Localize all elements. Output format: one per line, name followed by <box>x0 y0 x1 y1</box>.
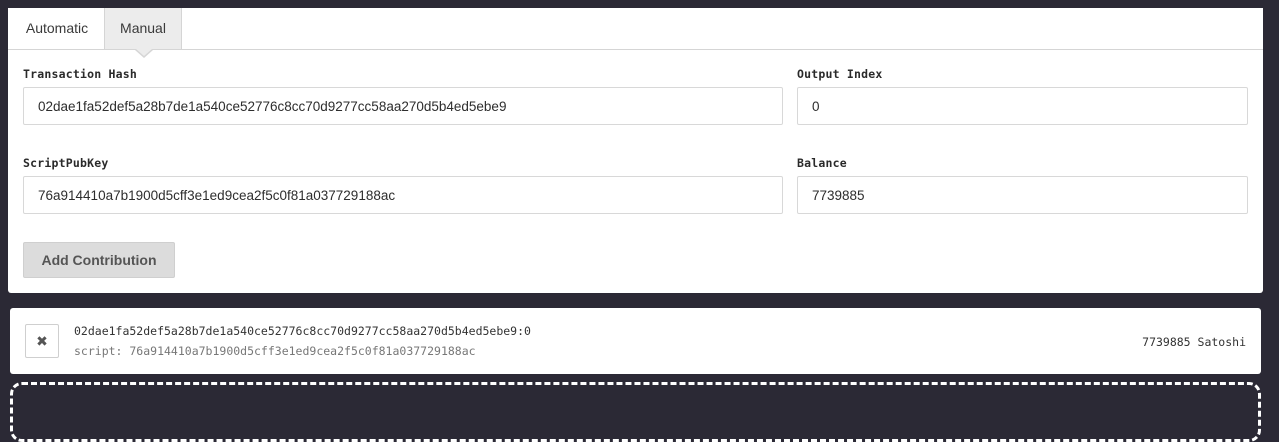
manual-contribution-panel: Automatic Manual Transaction Hash Output… <box>8 8 1263 293</box>
script-pubkey-label: ScriptPubKey <box>23 156 109 170</box>
balance-label: Balance <box>797 156 847 170</box>
contribution-outpoint: 02dae1fa52def5a28b7de1a540ce52776c8cc70d… <box>74 324 531 338</box>
drop-zone[interactable] <box>10 382 1261 442</box>
contribution-script: script: 76a914410a7b1900d5cff3e1ed9cea2f… <box>74 344 476 358</box>
tx-hash-label: Transaction Hash <box>23 67 137 81</box>
close-icon: ✖ <box>36 333 48 349</box>
balance-input[interactable] <box>797 176 1248 214</box>
tab-manual[interactable]: Manual <box>104 8 182 49</box>
tx-hash-input[interactable] <box>23 87 783 125</box>
active-tab-caret <box>136 49 152 56</box>
add-contribution-button[interactable]: Add Contribution <box>23 242 175 278</box>
remove-contribution-button[interactable]: ✖ <box>25 324 59 358</box>
tab-bar: Automatic Manual <box>8 8 1263 50</box>
script-pubkey-input[interactable] <box>23 176 783 214</box>
contribution-amount: 7739885 Satoshi <box>1142 335 1246 349</box>
tab-automatic[interactable]: Automatic <box>9 8 105 49</box>
output-index-input[interactable] <box>797 87 1248 125</box>
output-index-label: Output Index <box>797 67 883 81</box>
contribution-item: ✖ 02dae1fa52def5a28b7de1a540ce52776c8cc7… <box>10 308 1261 374</box>
